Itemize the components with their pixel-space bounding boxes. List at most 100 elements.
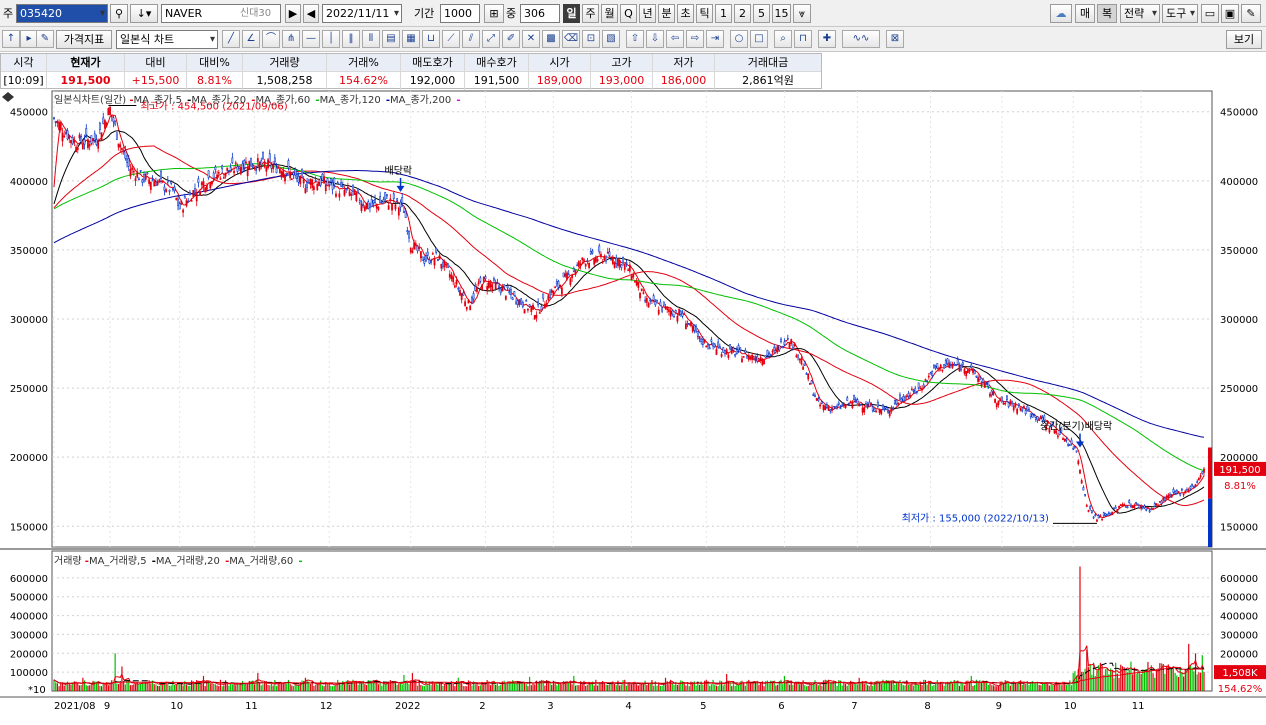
screenshot-icon[interactable]: ⊠ (886, 30, 904, 48)
edit-icon[interactable]: ✎ (36, 30, 54, 48)
trend-tool-icon[interactable]: ⟋ (442, 30, 460, 48)
date-input[interactable]: 2022/11/11 (322, 4, 402, 23)
volume-bar (605, 684, 607, 691)
timeframe-quarter[interactable]: Q (620, 4, 637, 23)
export-icon[interactable]: ⇥ (706, 30, 724, 48)
timeframe-2[interactable]: 2 (734, 4, 751, 23)
sort-icon[interactable]: ↓▾ (130, 4, 158, 23)
candle-body (156, 180, 159, 186)
volume-bar (1067, 684, 1069, 691)
arc-tool-icon[interactable]: ⌒ (262, 30, 280, 48)
rect-tool-icon[interactable]: □ (750, 30, 768, 48)
timeframe-15[interactable]: 15 (772, 4, 791, 23)
volume-bar (121, 666, 123, 691)
candle-body (788, 342, 791, 349)
timeframe-month[interactable]: 월 (601, 4, 618, 23)
pencil-tool-icon[interactable]: ✐ (502, 30, 520, 48)
timeframe-minute[interactable]: 분 (658, 4, 675, 23)
save-icon[interactable]: ▣ (1221, 4, 1239, 23)
wave-icon[interactable]: ∿∿ (842, 30, 880, 48)
candle-body (75, 146, 77, 153)
down-shift-icon[interactable]: ⇩ (646, 30, 664, 48)
grid-tool-icon[interactable]: ▦ (402, 30, 420, 48)
circle-tool-icon[interactable]: ○ (730, 30, 748, 48)
image-tool-icon[interactable]: ▧ (602, 30, 620, 48)
volume-bar (712, 679, 714, 691)
volume-bar (449, 684, 451, 691)
multibar-tool-icon[interactable]: ⦀ (362, 30, 380, 48)
color-tool-icon[interactable]: ▩ (542, 30, 560, 48)
up-shift-icon[interactable]: ⇧ (626, 30, 644, 48)
timeframe-year[interactable]: 년 (639, 4, 656, 23)
timeframe-second[interactable]: 초 (677, 4, 694, 23)
strategy-menu[interactable]: 전략 (1120, 4, 1160, 23)
parallel-tool-icon[interactable]: ⫽ (462, 30, 480, 48)
search-icon[interactable]: ⚲ (110, 4, 128, 23)
candle-body (503, 284, 506, 288)
up-arrow-icon[interactable]: ↑ (2, 30, 20, 48)
volume-bar (1069, 680, 1071, 691)
volume-bar (783, 675, 786, 691)
timeframe-week[interactable]: 주 (582, 4, 599, 23)
candle-body (718, 346, 721, 349)
volume-bar (321, 685, 323, 691)
stock-chart[interactable]: 150000 150000 200000 200000 250000 250000 3000… (0, 89, 1266, 725)
timeframe-tick[interactable]: 틱 (696, 4, 713, 23)
compound-button[interactable]: 복 (1097, 4, 1117, 23)
candle-body (1016, 408, 1019, 414)
volume-bar (613, 683, 616, 691)
folder-icon[interactable]: ▭ (1201, 4, 1219, 23)
candle-body (841, 404, 844, 407)
magnet-icon[interactable]: ⊓ (794, 30, 812, 48)
hline-tool-icon[interactable]: — (302, 30, 320, 48)
candle-body (1097, 515, 1100, 519)
pattern-icon[interactable]: ⩔ (793, 4, 811, 23)
right-shift-icon[interactable]: ⇨ (686, 30, 704, 48)
settings-icon[interactable]: ✎ (1241, 4, 1261, 23)
candle-body (246, 167, 249, 177)
crosshair-icon[interactable]: ✚ (818, 30, 836, 48)
prev-icon[interactable]: ◀ (303, 4, 319, 23)
table-tool-icon[interactable]: ▤ (382, 30, 400, 48)
tools-menu[interactable]: 도구 (1162, 4, 1198, 23)
period-input[interactable]: 1000 (440, 4, 480, 23)
volume-bar (233, 684, 235, 691)
cross-tool-icon[interactable]: ✕ (522, 30, 540, 48)
line-tool-icon[interactable]: ╱ (222, 30, 240, 48)
cloud-icon[interactable]: ☁ (1050, 4, 1072, 23)
grid-icon[interactable]: ⊞ (484, 4, 504, 23)
candle-body (100, 132, 103, 142)
next-icon[interactable]: ▶ (285, 4, 301, 23)
candle-body (442, 262, 444, 268)
view-button[interactable]: 보기 (1226, 30, 1262, 49)
chart-type-select[interactable]: 일본식 차트 (116, 30, 218, 49)
count-input[interactable]: 306 (520, 4, 560, 23)
candle-body (902, 396, 905, 402)
left-shift-icon[interactable]: ⇦ (666, 30, 684, 48)
candle-body (859, 403, 862, 406)
zoom-icon[interactable]: ⌕ (774, 30, 792, 48)
buy-button[interactable]: 매 (1075, 4, 1095, 23)
angle-tool-icon[interactable]: ∠ (242, 30, 260, 48)
volume-bar (902, 685, 904, 691)
candle (722, 346, 725, 353)
stock-code-input[interactable]: 035420 (16, 4, 108, 23)
timeframe-day[interactable]: 일 (563, 4, 580, 23)
candle-body (61, 132, 64, 142)
indicator-button[interactable]: 가격지표 (56, 30, 112, 49)
channel-tool-icon[interactable]: ⊔ (422, 30, 440, 48)
drawing-toolbar: ↑ ▸ ✎ 가격지표 일본식 차트 ╱ ∠ ⌒ ⋔ — │ ‖ ⦀ ▤ ▦ ⊔ … (0, 27, 1266, 52)
fan-tool-icon[interactable]: ⋔ (282, 30, 300, 48)
candle-body (312, 186, 315, 190)
ray-tool-icon[interactable]: ⤢ (482, 30, 500, 48)
stamp-tool-icon[interactable]: ⊡ (582, 30, 600, 48)
timeframe-1[interactable]: 1 (715, 4, 732, 23)
candle-body (117, 143, 120, 148)
candle-body (1023, 406, 1025, 409)
vline-tool-icon[interactable]: │ (322, 30, 340, 48)
timeframe-5[interactable]: 5 (753, 4, 770, 23)
eraser-tool-icon[interactable]: ⌫ (562, 30, 580, 48)
value-ask: 192,000 (401, 72, 465, 90)
bars-tool-icon[interactable]: ‖ (342, 30, 360, 48)
volume-bar (1111, 670, 1113, 691)
